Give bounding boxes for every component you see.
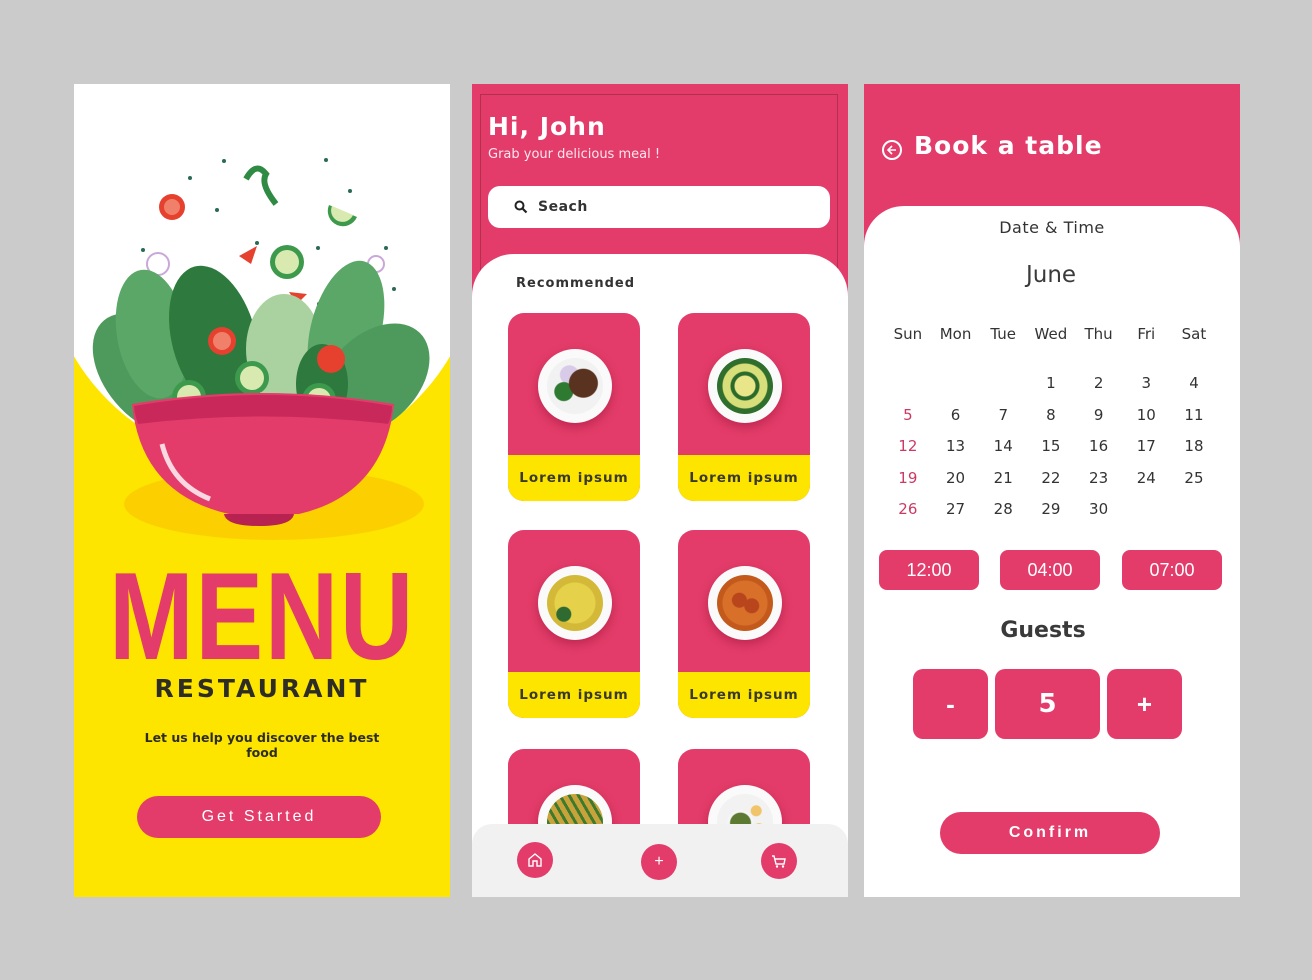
weekday-label: Sun bbox=[893, 324, 923, 343]
food-card[interactable]: Lorem ipsum bbox=[678, 313, 810, 501]
search-input[interactable]: Seach bbox=[488, 186, 830, 228]
calendar-day[interactable]: 26 bbox=[884, 500, 932, 518]
time-slot-button[interactable]: 07:00 bbox=[1122, 550, 1222, 590]
calendar-day[interactable]: 10 bbox=[1122, 406, 1170, 424]
food-card-label: Lorem ipsum bbox=[508, 672, 640, 718]
food-card[interactable]: Lorem ipsum bbox=[678, 530, 810, 718]
back-button[interactable] bbox=[882, 140, 902, 160]
time-slot-button[interactable]: 12:00 bbox=[879, 550, 979, 590]
greeting: Hi, John bbox=[488, 112, 606, 141]
guests-count: 5 bbox=[995, 669, 1100, 739]
calendar-day[interactable]: 6 bbox=[932, 406, 980, 424]
calendar-day[interactable]: 9 bbox=[1075, 406, 1123, 424]
calendar-day[interactable]: 12 bbox=[884, 437, 932, 455]
calendar: Sun Mon Tue Wed Thu Fri Sat 1 2 3 4 5 6 7 8 9 10 1… bbox=[884, 318, 1218, 525]
welcome-screen: MENU RESTAURANT Let us help you discover… bbox=[74, 84, 450, 897]
calendar-day[interactable]: 22 bbox=[1027, 469, 1075, 487]
weekday-header: Sun Mon Tue Wed Thu Fri Sat bbox=[884, 318, 1218, 350]
weekday-label: Thu bbox=[1084, 324, 1113, 343]
plus-icon: + bbox=[654, 853, 664, 870]
calendar-day[interactable]: 1 bbox=[1027, 374, 1075, 392]
calendar-day[interactable]: 15 bbox=[1027, 437, 1075, 455]
calendar-days: 1 2 3 4 5 6 7 8 9 10 11 12 13 14 15 16 17 18 19 20 21 22 23 24 2… bbox=[884, 368, 1218, 526]
calendar-week: 26 27 28 29 30 bbox=[884, 494, 1218, 526]
calendar-day[interactable]: 3 bbox=[1122, 374, 1170, 392]
cart-icon bbox=[772, 855, 786, 868]
food-card-label: Lorem ipsum bbox=[678, 455, 810, 501]
dish-image bbox=[708, 566, 782, 640]
weekday-label: Fri bbox=[1137, 324, 1156, 343]
calendar-day[interactable]: 19 bbox=[884, 469, 932, 487]
calendar-day[interactable]: 4 bbox=[1170, 374, 1218, 392]
calendar-day[interactable]: 2 bbox=[1075, 374, 1123, 392]
calendar-day[interactable]: 30 bbox=[1075, 500, 1123, 518]
food-card[interactable]: Lorem ipsum bbox=[508, 530, 640, 718]
nav-cart-button[interactable] bbox=[761, 843, 797, 879]
calendar-week: 12 13 14 15 16 17 18 bbox=[884, 431, 1218, 463]
calendar-week: 5 6 7 8 9 10 11 bbox=[884, 399, 1218, 431]
calendar-day[interactable]: 5 bbox=[884, 406, 932, 424]
calendar-day[interactable]: 13 bbox=[932, 437, 980, 455]
restaurant-subtitle: RESTAURANT bbox=[154, 674, 370, 703]
content-panel: Recommended Lorem ipsum Lorem ipsum Lore… bbox=[472, 254, 848, 897]
back-arrow-icon bbox=[886, 145, 896, 155]
nav-add-button[interactable]: + bbox=[641, 844, 677, 880]
page-title: Book a table bbox=[914, 131, 1103, 160]
booking-panel: Date & Time June Sun Mon Tue Wed Thu Fri… bbox=[864, 206, 1240, 897]
weekday-label: Sat bbox=[1181, 324, 1207, 343]
calendar-day[interactable]: 11 bbox=[1170, 406, 1218, 424]
greeting-subtitle: Grab your delicious meal ! bbox=[488, 147, 661, 162]
food-card-label: Lorem ipsum bbox=[508, 455, 640, 501]
calendar-day[interactable]: 14 bbox=[979, 437, 1027, 455]
dish-image bbox=[538, 566, 612, 640]
calendar-day[interactable]: 29 bbox=[1027, 500, 1075, 518]
calendar-week: 19 20 21 22 23 24 25 bbox=[884, 462, 1218, 494]
weekday-label: Tue bbox=[990, 324, 1017, 343]
menu-title: MENU bbox=[109, 548, 415, 686]
calendar-day[interactable]: 18 bbox=[1170, 437, 1218, 455]
confirm-button[interactable]: Confirm bbox=[940, 812, 1160, 854]
home-screen: Hi, John Grab your delicious meal ! Seac… bbox=[472, 84, 848, 897]
guests-increment-button[interactable]: + bbox=[1107, 669, 1182, 739]
calendar-day[interactable]: 17 bbox=[1122, 437, 1170, 455]
calendar-day[interactable]: 8 bbox=[1027, 406, 1075, 424]
calendar-day[interactable]: 24 bbox=[1122, 469, 1170, 487]
calendar-day[interactable]: 20 bbox=[932, 469, 980, 487]
section-label-date-time: Date & Time bbox=[999, 218, 1105, 237]
time-slot-button[interactable]: 04:00 bbox=[1000, 550, 1100, 590]
guests-label: Guests bbox=[1000, 618, 1086, 643]
calendar-day[interactable]: 23 bbox=[1075, 469, 1123, 487]
weekday-label: Wed bbox=[1034, 324, 1068, 343]
bottom-nav: + bbox=[472, 824, 848, 897]
calendar-month: June bbox=[1025, 262, 1077, 288]
dish-image bbox=[538, 349, 612, 423]
calendar-day[interactable]: 27 bbox=[932, 500, 980, 518]
section-title-recommended: Recommended bbox=[516, 276, 636, 291]
get-started-button[interactable]: Get Started bbox=[137, 796, 381, 838]
food-card-label: Lorem ipsum bbox=[678, 672, 810, 718]
nav-home-button[interactable] bbox=[517, 842, 553, 878]
home-icon bbox=[528, 853, 542, 867]
calendar-day[interactable]: 25 bbox=[1170, 469, 1218, 487]
tagline: Let us help you discover the best food bbox=[144, 730, 380, 760]
search-placeholder: Seach bbox=[538, 199, 588, 215]
calendar-day[interactable]: 28 bbox=[979, 500, 1027, 518]
guests-decrement-button[interactable]: - bbox=[913, 669, 988, 739]
calendar-day[interactable]: 7 bbox=[979, 406, 1027, 424]
calendar-day[interactable]: 21 bbox=[979, 469, 1027, 487]
food-card[interactable]: Lorem ipsum bbox=[508, 313, 640, 501]
calendar-day[interactable]: 16 bbox=[1075, 437, 1123, 455]
booking-screen: Book a table Date & Time June Sun Mon Tu… bbox=[864, 84, 1240, 897]
dish-image bbox=[708, 349, 782, 423]
weekday-label: Mon bbox=[939, 324, 972, 343]
calendar-week: 1234 bbox=[884, 368, 1218, 400]
search-icon bbox=[514, 200, 528, 214]
salad-bowl-illustration bbox=[92, 158, 430, 540]
